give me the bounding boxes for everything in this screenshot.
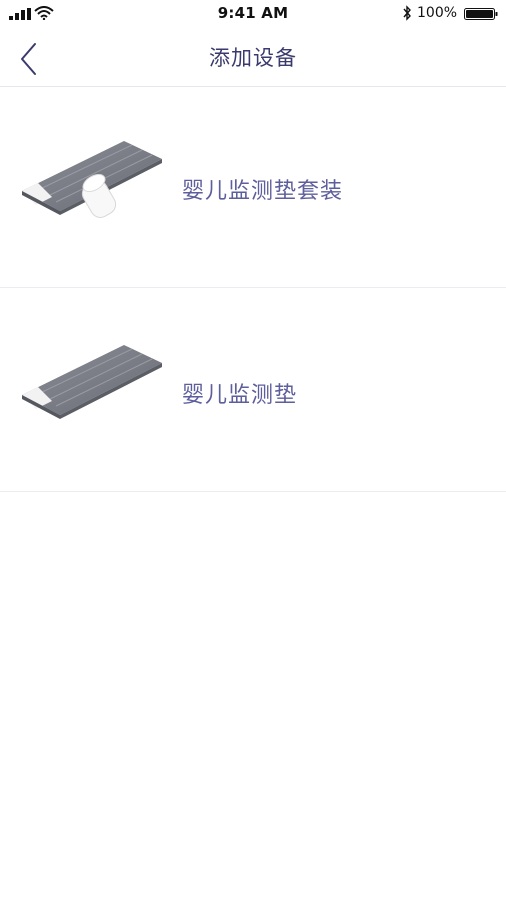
bluetooth-icon bbox=[403, 5, 411, 21]
device-label: 婴儿监测垫 bbox=[182, 383, 298, 408]
nav-bar: 添加设备 bbox=[0, 28, 506, 87]
mat-with-sensor-image bbox=[22, 141, 162, 218]
status-bar: 9:41 AM 100% bbox=[0, 0, 506, 28]
battery-icon bbox=[464, 8, 498, 20]
battery-percent: 100% bbox=[417, 5, 458, 21]
mat-image bbox=[22, 345, 162, 419]
device-item-mat-kit[interactable]: 婴儿监测垫套装 bbox=[0, 87, 506, 288]
device-item-mat[interactable]: 婴儿监测垫 bbox=[0, 288, 506, 492]
device-label: 婴儿监测垫套装 bbox=[182, 179, 344, 204]
page-title: 添加设备 bbox=[209, 46, 297, 70]
